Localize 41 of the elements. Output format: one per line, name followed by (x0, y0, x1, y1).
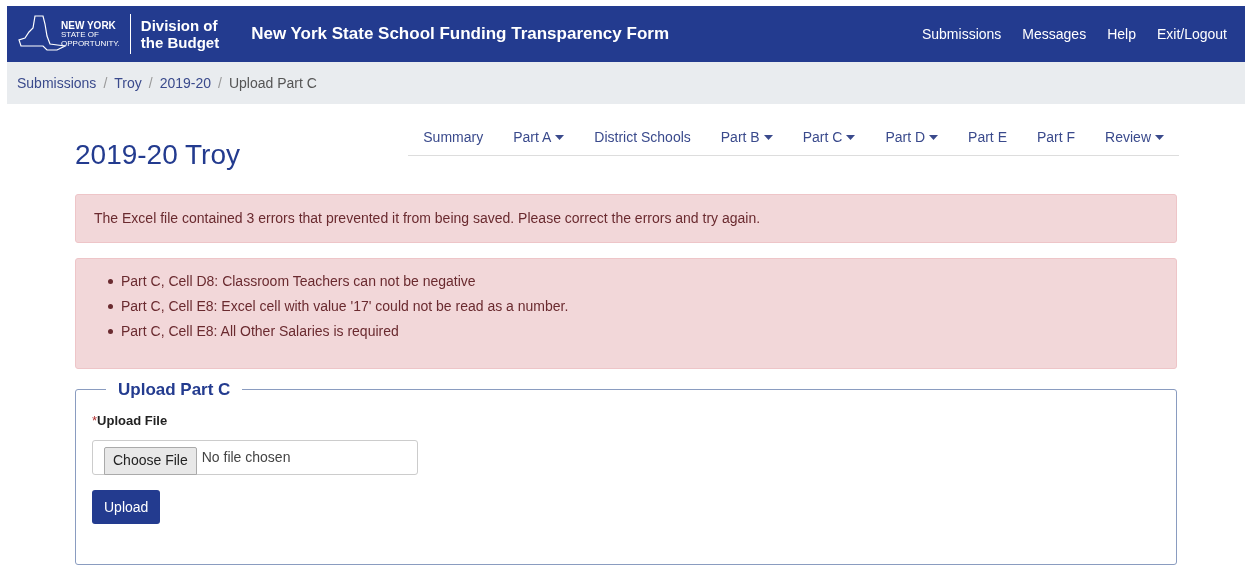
upload-button[interactable]: Upload (92, 490, 161, 524)
logo-text: OPPORTUNITY. (61, 38, 120, 48)
breadcrumb-separator: / (217, 73, 223, 93)
error-message: Part C, Cell E8: All Other Salaries is required (121, 322, 399, 341)
nav-tab[interactable]: Part D (870, 124, 954, 150)
breadcrumb-separator: / (102, 73, 109, 93)
bullet-icon (108, 304, 113, 309)
nav-tab[interactable]: Summary (408, 124, 499, 150)
error-message: Part C, Cell D8: Classroom Teachers can not be negative (121, 272, 476, 291)
bullet-icon (108, 279, 113, 284)
nav-tab[interactable]: Part C (787, 124, 871, 150)
nav-link[interactable]: Submissions (921, 23, 1002, 45)
app-title: New York State School Funding Transparency Form (251, 23, 669, 46)
breadcrumb-link[interactable]: Submissions (17, 72, 97, 94)
nav-link[interactable]: Messages (1022, 23, 1087, 45)
nav-tab[interactable]: Part F (1021, 124, 1091, 150)
file-input[interactable]: Choose File No file chosen (92, 440, 418, 475)
logo-text: NEW YORK (61, 20, 117, 30)
field-label: Upload File (97, 412, 168, 428)
error-alert: The Excel file contained 3 errors that prevented it from being saved. Please correct the errors and try again. (75, 194, 1177, 243)
page-title: 2019-20 Troy (75, 138, 240, 172)
logo-text: STATE OF (61, 29, 100, 39)
breadcrumb-link[interactable]: Troy (114, 72, 142, 94)
nav-link[interactable]: Help (1107, 23, 1136, 45)
error-message: Part C, Cell E8: Excel cell with value '17' could not be read as a number. (121, 297, 569, 316)
nav-tab[interactable]: Part E (953, 124, 1022, 150)
bullet-icon (108, 329, 113, 334)
logo-text: the Budget (140, 34, 220, 51)
nav-link[interactable]: Exit/Logout (1156, 23, 1227, 45)
nav-tab[interactable]: District Schools (579, 124, 706, 150)
current-page-label: Upload Part C (228, 73, 317, 93)
nav-tab[interactable]: Review (1090, 124, 1179, 150)
file-status: No file chosen (201, 448, 291, 467)
required-mark: * (92, 412, 98, 428)
logo-text: Division of (140, 17, 219, 34)
nav-tab[interactable]: Part A (498, 124, 580, 150)
breadcrumb-link[interactable]: 2019-20 (159, 72, 212, 94)
choose-file-button[interactable]: Choose File (104, 446, 197, 475)
breadcrumb-separator: / (147, 73, 154, 93)
panel-legend: Upload Part C (106, 377, 243, 403)
nav-tab[interactable]: Part B (705, 124, 788, 150)
